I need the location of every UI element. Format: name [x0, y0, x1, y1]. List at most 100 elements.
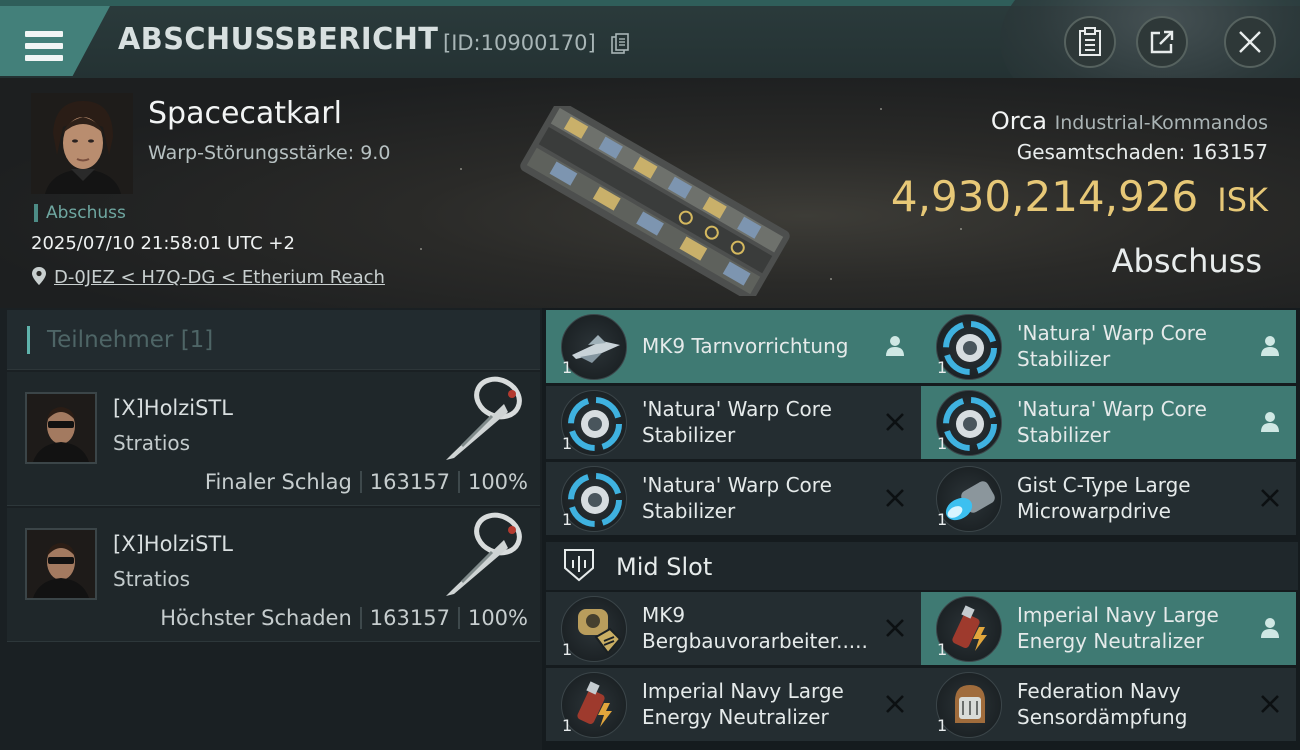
isk-value: 4,930,214,926	[890, 172, 1199, 221]
kill-location-link[interactable]: D-0JEZ < H7Q-DG < Etherium Reach	[54, 267, 385, 288]
module-slot[interactable]: 1 'Natura' Warp Core Stabilizer	[546, 462, 921, 535]
close-icon	[1239, 31, 1261, 53]
participants-label: Teilnehmer	[47, 327, 174, 353]
participant-damage: 163157	[369, 470, 450, 494]
hamburger-menu-icon	[25, 31, 63, 61]
clipboard-button[interactable]	[1064, 16, 1116, 68]
isk-value-row: 4,930,214,926 ISK	[891, 172, 1268, 221]
destroyed-icon	[886, 695, 904, 713]
participants-header: Teilnehmer [1]	[7, 310, 540, 370]
participant-percent: 100%	[467, 606, 528, 630]
participant-percent: 100%	[467, 470, 528, 494]
destroyed-icon	[886, 489, 904, 507]
participant-stats: Höchster Schaden 163157 100%	[160, 606, 528, 630]
participant-ship: Stratios	[113, 567, 191, 591]
copy-icon[interactable]	[611, 33, 629, 55]
participants-count: [1]	[180, 327, 214, 353]
isk-unit: ISK	[1217, 181, 1268, 219]
mid-slot-icon	[564, 549, 594, 582]
module-name: Gist C-Type Large Microwarpdrive	[1017, 473, 1191, 523]
module-name: 'Natura' Warp Core Stabilizer	[1017, 321, 1207, 371]
orca-ship-render	[520, 106, 790, 296]
module-slot[interactable]: 1 Gist C-Type Large Microwarpdrive	[921, 462, 1296, 535]
participant-role: Finaler Schlag	[204, 470, 352, 494]
module-quantity: 1	[937, 358, 948, 377]
module-name: 'Natura' Warp Core Stabilizer	[1017, 397, 1207, 447]
warp-disruption-strength: Warp-Störungsstärke: 9.0	[148, 142, 391, 164]
stat-divider	[457, 607, 460, 629]
kill-result-label: Abschuss	[1111, 242, 1262, 280]
stratios-ship-icon	[446, 376, 522, 460]
destroyed-icon	[886, 413, 904, 431]
module-slot[interactable]: 1 MK9 Tarnvorrichtung	[546, 310, 921, 383]
module-slot[interactable]: 1 'Natura' Warp Core Stabilizer	[921, 310, 1296, 383]
pilot-portrait-image	[31, 93, 133, 194]
pilot-icon	[1261, 412, 1279, 432]
share-icon	[1150, 30, 1174, 54]
module-slot[interactable]: 1 Federation Navy Sensordämpfung	[921, 668, 1296, 741]
participants-panel: Teilnehmer [1] [X]HolziSTL Stratios Fina…	[0, 308, 542, 750]
module-name: 'Natura' Warp Core Stabilizer	[642, 473, 832, 523]
stat-divider	[359, 471, 362, 493]
participant-card[interactable]: [X]HolziSTL Stratios Höchster Schaden 163…	[7, 508, 540, 642]
participant-portrait	[25, 392, 97, 464]
close-button[interactable]	[1224, 16, 1276, 68]
module-name: 'Natura' Warp Core Stabilizer	[642, 397, 832, 447]
pilot-icon	[1261, 336, 1279, 356]
pilot-icon	[886, 336, 904, 356]
module-slot[interactable]: 1 Imperial Navy Large Energy Neutralizer	[921, 592, 1296, 665]
victim-ship[interactable]: Orca Industrial-Kommandos	[991, 107, 1268, 135]
module-quantity: 1	[562, 640, 573, 659]
module-name: Imperial Navy Large Energy Neutralizer	[1017, 603, 1219, 653]
participant-ship: Stratios	[113, 431, 191, 455]
module-quantity: 1	[562, 434, 573, 453]
mid-slot-section-header: Mid Slot	[546, 542, 1298, 590]
location-pin-icon	[32, 267, 46, 285]
participant-damage: 163157	[369, 606, 450, 630]
module-quantity: 1	[562, 716, 573, 735]
module-slot[interactable]: 1 'Natura' Warp Core Stabilizer	[921, 386, 1296, 459]
total-damage-value: 163157	[1191, 140, 1268, 164]
participant-card[interactable]: [X]HolziSTL Stratios Finaler Schlag 16315…	[7, 372, 540, 506]
participant-name: [X]HolziSTL	[113, 396, 233, 420]
victim-panel: Spacecatkarl Warp-Störungsstärke: 9.0 Ab…	[0, 78, 1300, 308]
pilot-portrait-image	[27, 394, 95, 462]
kill-datetime: 2025/07/10 21:58:01 UTC +2	[31, 233, 295, 254]
top-bar: ABSCHUSSBERICHT [ID:10900170]	[0, 0, 1300, 78]
module-slot[interactable]: 1 'Natura' Warp Core Stabilizer	[546, 386, 921, 459]
mid-slot-label: Mid Slot	[616, 553, 713, 581]
module-quantity: 1	[937, 434, 948, 453]
clipboard-icon	[1079, 27, 1101, 56]
module-quantity: 1	[562, 358, 573, 377]
module-quantity: 1	[937, 640, 948, 659]
share-button[interactable]	[1136, 16, 1188, 68]
module-quantity: 1	[937, 716, 948, 735]
stat-divider	[359, 607, 362, 629]
total-damage: Gesamtschaden: 163157	[1017, 140, 1268, 164]
destroyed-icon	[1261, 695, 1279, 713]
total-damage-label: Gesamtschaden:	[1016, 140, 1186, 164]
module-slot[interactable]: 1 MK9 Bergbauvorarbeiter.....	[546, 592, 921, 665]
participant-role: Höchster Schaden	[160, 606, 352, 630]
destroyed-icon	[1261, 489, 1279, 507]
kill-tag: Abschuss	[34, 204, 126, 222]
participants-title: Teilnehmer [1]	[47, 327, 213, 353]
module-quantity: 1	[937, 510, 948, 529]
module-name: Imperial Navy Large Energy Neutralizer	[642, 679, 844, 729]
destroyed-icon	[886, 619, 904, 637]
participant-stats: Finaler Schlag 163157 100%	[205, 470, 528, 494]
participant-portrait	[25, 528, 97, 600]
victim-name[interactable]: Spacecatkarl	[148, 96, 342, 131]
pilot-icon	[1261, 618, 1279, 638]
module-name: Federation Navy Sensordämpfung	[1017, 679, 1188, 729]
ship-class: Industrial-Kommandos	[1054, 112, 1268, 134]
menu-button[interactable]	[0, 6, 110, 76]
ship-name: Orca	[990, 107, 1047, 135]
participant-name: [X]HolziSTL	[113, 532, 233, 556]
module-name: MK9 Tarnvorrichtung	[642, 334, 849, 358]
module-slot[interactable]: 1 Imperial Navy Large Energy Neutralizer	[546, 668, 921, 741]
section-accent-bar	[27, 326, 30, 354]
pilot-portrait-image	[27, 530, 95, 598]
victim-portrait[interactable]	[31, 93, 133, 194]
page-title: ABSCHUSSBERICHT	[118, 22, 439, 57]
